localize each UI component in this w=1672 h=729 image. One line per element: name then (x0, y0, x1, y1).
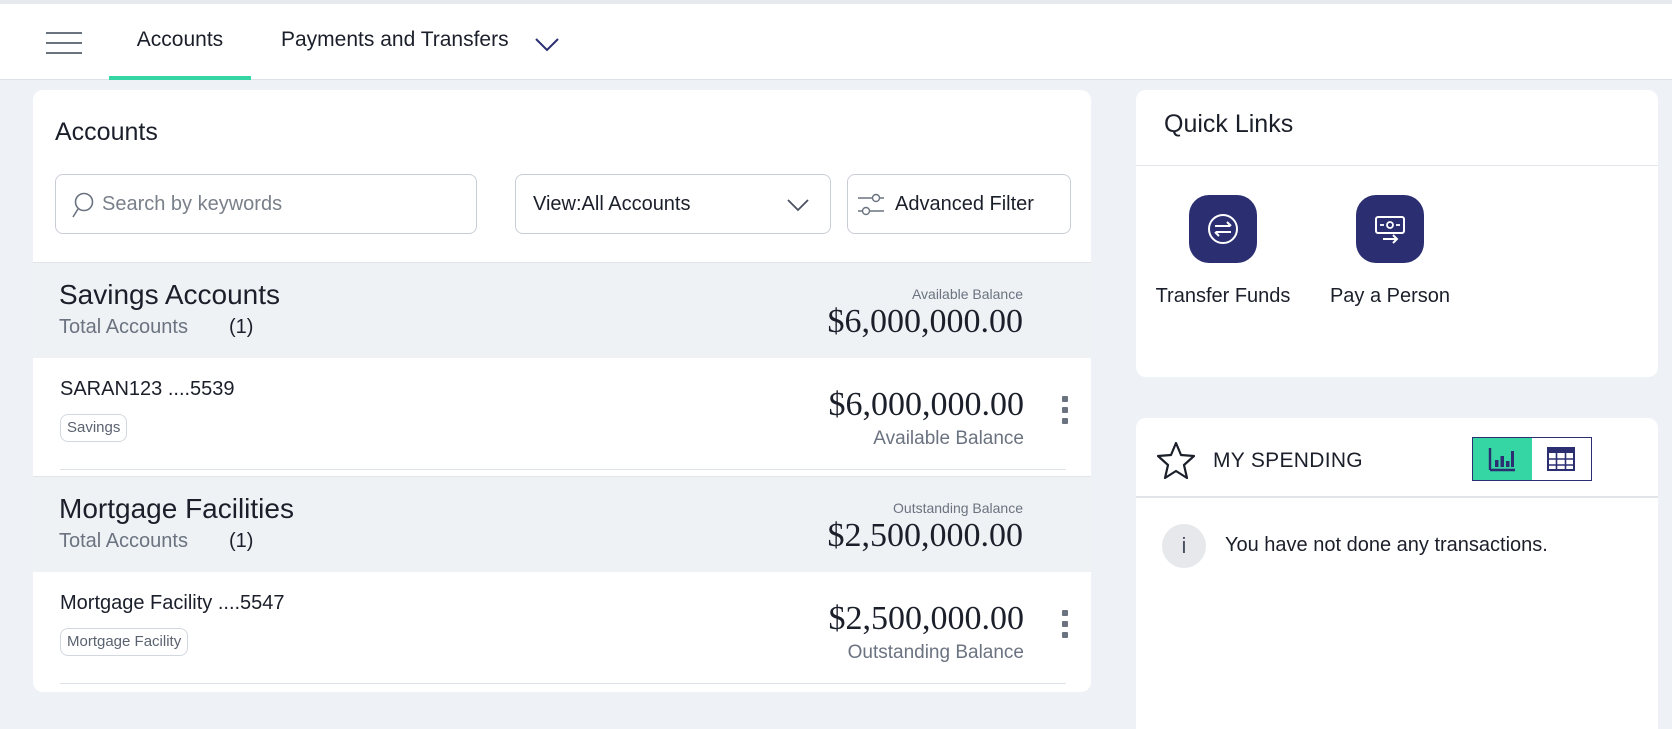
empty-state-message: You have not done any transactions. (1225, 534, 1548, 556)
group-count: (1) (229, 316, 254, 338)
table-view-button[interactable] (1532, 438, 1591, 480)
account-type-tag: Mortgage Facility (60, 628, 189, 656)
quick-links-title: Quick Links (1164, 110, 1294, 138)
advanced-filter-label: Advanced Filter (895, 193, 1034, 215)
chevron-down-icon (787, 199, 809, 212)
accounts-title: Accounts (55, 118, 158, 146)
tab-accounts[interactable]: Accounts (109, 4, 251, 80)
group-name: Mortgage Facilities (59, 493, 294, 524)
group-balance: $2,500,000.00 (827, 517, 1024, 554)
group-count: (1) (229, 530, 254, 552)
balance-caption: Outstanding Balance (893, 500, 1023, 516)
quick-links-card: Quick Links Transfer Funds Pay a Person (1136, 90, 1658, 377)
search-icon (72, 192, 94, 218)
quick-link-label: Transfer Funds (1155, 285, 1291, 307)
transfer-icon (1208, 214, 1238, 244)
account-name: Mortgage Facility ....5547 (60, 592, 285, 614)
group-name: Savings Accounts (59, 279, 281, 310)
chevron-down-icon[interactable] (533, 34, 561, 54)
menu-icon[interactable] (46, 32, 82, 56)
accounts-card: Accounts View:All Accounts Advanced Filt… (33, 90, 1091, 692)
view-toggle (1472, 437, 1592, 481)
account-name: SARAN123 ....5539 (60, 378, 235, 400)
account-amount-caption: Outstanding Balance (847, 642, 1024, 663)
group-total-label: Total Accounts (59, 530, 188, 552)
my-spending-title: MY SPENDING (1213, 449, 1363, 472)
account-amount-caption: Available Balance (873, 428, 1024, 449)
bar-chart-icon (1488, 448, 1515, 472)
search-box[interactable] (55, 174, 477, 234)
group-header-savings: Savings Accounts Total Accounts (1) Avai… (33, 262, 1091, 358)
account-amount: $6,000,000.00 (828, 386, 1025, 423)
row-divider (60, 683, 1066, 684)
group-total-label: Total Accounts (59, 316, 188, 338)
filter-sliders-icon (858, 193, 884, 216)
balance-caption: Available Balance (911, 286, 1023, 302)
account-amount: $2,500,000.00 (828, 600, 1025, 637)
more-options-icon[interactable] (1055, 610, 1075, 648)
account-row-savings[interactable]: SARAN123 ....5539 Savings $6,000,000.00 … (33, 358, 1091, 472)
group-header-mortgage: Mortgage Facilities Total Accounts (1) O… (33, 476, 1091, 572)
my-spending-card: MY SPENDING i You have not done any tran… (1136, 418, 1658, 729)
chart-view-button[interactable] (1473, 438, 1532, 480)
divider (1136, 165, 1658, 166)
quick-link-transfer-funds[interactable]: Transfer Funds (1153, 195, 1293, 308)
row-divider (60, 469, 1066, 470)
top-nav: Accounts Payments and Transfers (0, 0, 1672, 80)
quick-link-label: Pay a Person (1329, 285, 1451, 307)
quick-link-icon-bg (1356, 195, 1424, 263)
info-icon: i (1162, 524, 1206, 568)
pay-person-icon (1375, 216, 1405, 244)
view-select-label: View:All Accounts (533, 193, 691, 215)
advanced-filter-button[interactable]: Advanced Filter (847, 174, 1071, 234)
quick-link-pay-a-person[interactable]: Pay a Person (1324, 195, 1456, 308)
divider (1136, 496, 1658, 498)
more-options-icon[interactable] (1055, 396, 1075, 434)
view-select[interactable]: View:All Accounts (515, 174, 831, 234)
search-input[interactable] (102, 187, 462, 221)
account-row-mortgage[interactable]: Mortgage Facility ....5547 Mortgage Faci… (33, 572, 1091, 686)
star-icon[interactable] (1156, 440, 1196, 480)
account-type-tag: Savings (60, 414, 128, 442)
quick-link-icon-bg (1189, 195, 1257, 263)
tab-payments-and-transfers[interactable]: Payments and Transfers (281, 4, 509, 80)
group-balance: $6,000,000.00 (827, 303, 1024, 340)
table-icon (1547, 447, 1575, 471)
